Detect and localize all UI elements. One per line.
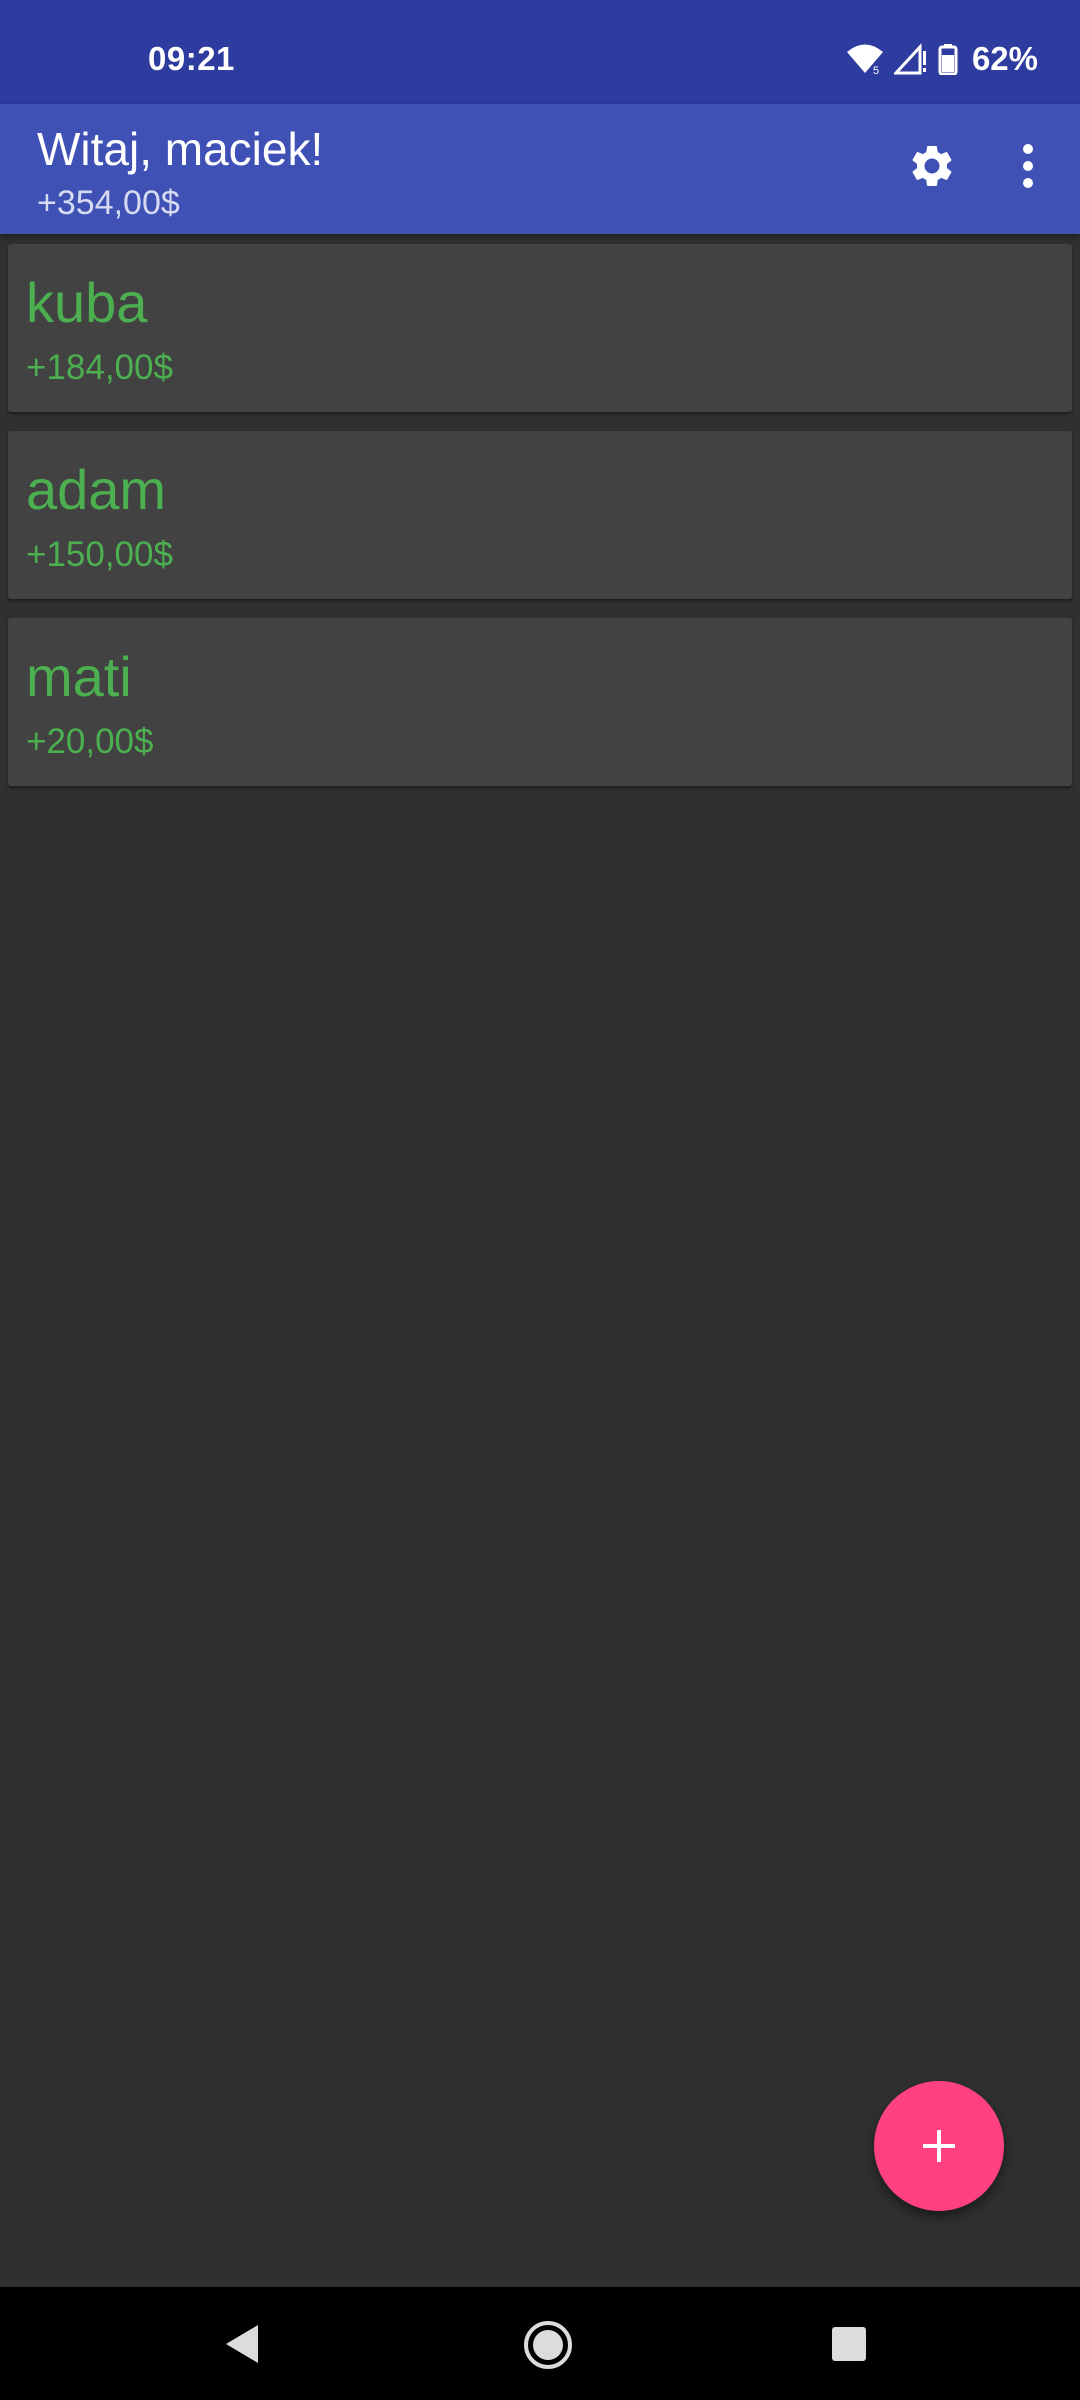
- system-nav-bar: [0, 2287, 1080, 2400]
- friend-balance: +20,00$: [26, 722, 154, 761]
- friend-name: mati: [26, 645, 132, 708]
- recents-icon: [832, 2327, 866, 2361]
- nav-back-button[interactable]: [222, 2321, 268, 2367]
- home-icon: [524, 2321, 572, 2369]
- signal-icon: [893, 43, 928, 75]
- friend-name: kuba: [26, 271, 148, 334]
- page-title: Witaj, maciek!: [37, 123, 324, 175]
- settings-button[interactable]: [900, 134, 964, 198]
- total-balance: +354,00$: [37, 184, 180, 222]
- nav-home-button[interactable]: [522, 2319, 574, 2371]
- friends-list: kuba +184,00$ adam +150,00$ mati +20,00$: [8, 244, 1072, 805]
- app-bar: Witaj, maciek! +354,00$: [0, 104, 1080, 234]
- battery-percent: 62%: [971, 40, 1038, 77]
- svg-text:5: 5: [873, 65, 879, 75]
- wifi-icon: 5: [846, 43, 884, 75]
- gear-icon: [912, 146, 952, 186]
- friend-balance: +184,00$: [26, 348, 173, 387]
- more-vert-icon: [1023, 144, 1033, 188]
- status-icons: 5 62%: [846, 40, 1038, 78]
- nav-recents-button[interactable]: [830, 2325, 868, 2363]
- add-button[interactable]: [874, 2081, 1004, 2211]
- back-icon: [226, 2325, 258, 2363]
- list-item-kuba[interactable]: kuba +184,00$: [8, 244, 1072, 412]
- friend-balance: +150,00$: [26, 535, 173, 574]
- battery-icon: [938, 43, 958, 75]
- plus-icon: [923, 2130, 955, 2162]
- friend-name: adam: [26, 458, 167, 521]
- screen: 09:21 5 62% Witaj, maciek! +354,00$ kuba…: [0, 0, 1080, 2400]
- status-time: 09:21: [148, 40, 235, 77]
- overflow-menu-button[interactable]: [1000, 134, 1056, 198]
- list-item-mati[interactable]: mati +20,00$: [8, 618, 1072, 786]
- status-bar: 09:21 5 62%: [0, 0, 1080, 104]
- list-item-adam[interactable]: adam +150,00$: [8, 431, 1072, 599]
